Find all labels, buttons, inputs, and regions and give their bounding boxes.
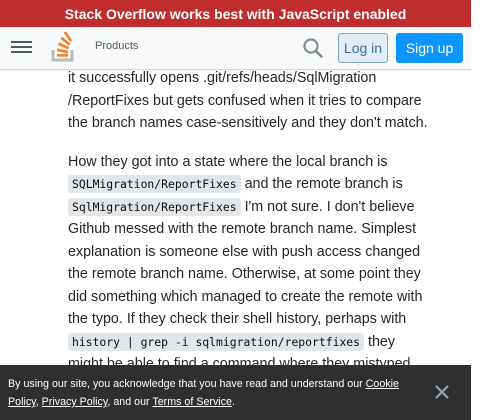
- cookie-notice-prefix: By using our site, you acknowledge that …: [8, 378, 366, 390]
- paragraph-line: explanation is someone else with push ac…: [68, 243, 421, 260]
- answer-body: it successfully opens .git/refs/heads/Sq…: [68, 67, 448, 376]
- paragraph-line: the branch names case-sensitively and th…: [68, 115, 428, 131]
- paragraph-line: history | grep -i sqlmigration/reportfix…: [68, 331, 448, 354]
- paragraph-line: the typo. If they check their shell hist…: [68, 311, 407, 327]
- paragraph-line: How they got into a state where the loca…: [68, 153, 388, 170]
- login-button[interactable]: Log in: [338, 33, 388, 63]
- cookie-consent-banner: By using our site, you acknowledge that …: [0, 365, 471, 420]
- paragraph-line: it successfully opens .git/refs/heads/Sq…: [68, 70, 377, 86]
- paragraph-line: SQLMigration/ReportFixes and the remote …: [68, 173, 448, 196]
- paragraph-line: SqlMigration/ReportFixes I'm not sure. I…: [68, 196, 448, 219]
- paragraph-text: I'm not sure. I don't believe: [240, 198, 415, 215]
- banner-text: Stack Overflow works best with JavaScrip…: [64, 5, 407, 22]
- signup-button[interactable]: Sign up: [396, 33, 463, 63]
- cookie-notice-text: By using our site, you acknowledge that …: [8, 375, 418, 411]
- terms-of-service-link[interactable]: Terms of Service: [152, 396, 232, 408]
- cookie-separator: , and our: [107, 396, 153, 408]
- search-icon[interactable]: [302, 37, 324, 59]
- inline-code: history | grep -i sqlmigration/reportfix…: [68, 332, 365, 351]
- paragraph-line: the remote branch name. Otherwise, at so…: [68, 266, 421, 282]
- page-scrollbar[interactable]: [471, 0, 488, 420]
- paragraph-text: and the remote branch is: [240, 176, 403, 192]
- cookie-suffix: .: [231, 396, 235, 408]
- paragraph-text: they: [364, 333, 396, 350]
- top-navigation-bar: Products Log in Sign up: [0, 27, 471, 70]
- privacy-policy-link[interactable]: Privacy Policy: [42, 396, 108, 408]
- paragraph-line: /ReportFixes but gets confused when it t…: [68, 92, 422, 109]
- inline-code: SQLMigration/ReportFixes: [68, 175, 241, 193]
- hamburger-menu-icon[interactable]: [10, 38, 34, 56]
- stack-overflow-logo-icon[interactable]: [50, 31, 78, 63]
- close-icon[interactable]: [434, 384, 450, 400]
- paragraph-line: did something which managed to create th…: [68, 288, 423, 305]
- javascript-warning-banner: Stack Overflow works best with JavaScrip…: [0, 0, 471, 27]
- products-link[interactable]: Products: [95, 40, 138, 52]
- paragraph-line: Github messed with the remote branch nam…: [68, 221, 417, 237]
- inline-code: SqlMigration/ReportFixes: [68, 197, 241, 216]
